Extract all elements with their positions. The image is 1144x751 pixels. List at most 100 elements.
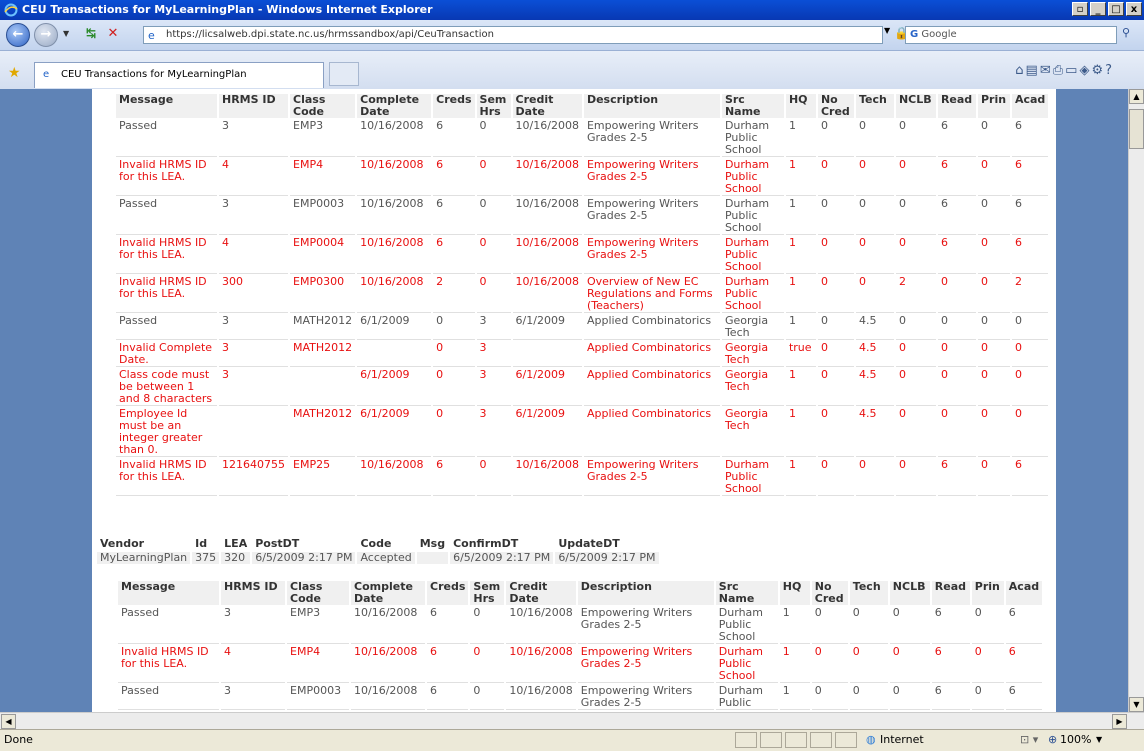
table-cell: Empowering Writers Grades 2-5	[577, 646, 714, 683]
table-cell: 6	[427, 607, 469, 644]
table-cell: 6	[1011, 237, 1049, 274]
table-cell: 10/16/2008	[512, 198, 582, 235]
column-header: Src Name	[721, 94, 784, 118]
table-cell: 6	[937, 159, 976, 196]
tools-icon[interactable]: ⚙	[1091, 63, 1105, 78]
table-row: Invalid HRMS ID for this LEA. 4 EMP4 10/16/…	[118, 646, 1043, 683]
column-header: Credit Date	[506, 581, 576, 605]
column-header: NCLB	[889, 581, 930, 605]
table-cell: 0	[977, 237, 1010, 274]
feeds-icon[interactable]: ▤	[1026, 63, 1040, 78]
table-cell: Applied Combinatorics	[583, 408, 720, 457]
column-header: Creds	[433, 94, 475, 118]
table-cell: 6	[1005, 607, 1043, 644]
scroll-thumb[interactable]	[1129, 109, 1144, 149]
scroll-left-icon[interactable]: ◀	[1, 714, 16, 729]
table-cell: 6	[433, 159, 475, 196]
scroll-right-icon[interactable]: ▶	[1112, 714, 1127, 729]
status-pane	[785, 732, 807, 748]
table-header-row: Message HRMS ID Class Code Complete Date Cre…	[116, 94, 1049, 118]
help-icon[interactable]: ?	[1105, 63, 1114, 78]
table-cell: 0	[937, 315, 976, 340]
table-cell: 0	[476, 120, 511, 157]
scroll-up-icon[interactable]: ▲	[1129, 89, 1144, 104]
table-cell: true	[785, 342, 816, 367]
forward-button[interactable]: →	[34, 23, 58, 47]
table-cell: Empowering Writers Grades 2-5	[583, 159, 720, 196]
search-icon[interactable]: ⚲	[1122, 26, 1130, 39]
home-icon[interactable]: ⌂	[1015, 63, 1025, 78]
address-dropdown-icon[interactable]: ▼	[884, 26, 890, 35]
horizontal-scrollbar[interactable]: ◀ ▶	[0, 712, 1144, 729]
dropdown-arrow-icon[interactable]: ▼	[63, 29, 69, 38]
close-button[interactable]: x	[1126, 2, 1142, 16]
google-icon: G	[910, 29, 919, 40]
table-cell: 6	[931, 646, 970, 683]
scroll-down-icon[interactable]: ▼	[1129, 697, 1144, 712]
address-bar: ← → ▼ ↹ ✕ e https://licsalweb.dpi.state.…	[0, 20, 1144, 51]
column-header: Description	[583, 94, 720, 118]
table-cell: 6	[937, 459, 976, 496]
vertical-scrollbar[interactable]: ▲ ▼	[1128, 89, 1144, 712]
table-cell: 6	[433, 237, 475, 274]
safety-icon[interactable]: ◈	[1079, 63, 1091, 78]
address-input[interactable]: e https://licsalweb.dpi.state.nc.us/hrms…	[143, 26, 883, 44]
table-cell: 0	[849, 646, 888, 683]
print-icon[interactable]: ⎙	[1053, 63, 1065, 78]
zoom-level[interactable]: 100%	[1060, 730, 1091, 750]
mail-icon[interactable]: ✉	[1040, 63, 1053, 78]
table-cell: Passed	[116, 315, 217, 340]
status-pane	[810, 732, 832, 748]
table-cell: Invalid HRMS ID for this LEA.	[118, 646, 219, 683]
table-cell: 0	[817, 120, 854, 157]
url-text: https://licsalweb.dpi.state.nc.us/hrmssa…	[166, 29, 494, 40]
table-cell: Durham Public School	[721, 276, 784, 313]
maximize-button[interactable]: □	[1108, 2, 1124, 16]
table-cell: 6	[937, 198, 976, 235]
compatibility-icon[interactable]: ↹	[82, 26, 100, 44]
back-button[interactable]: ←	[6, 23, 30, 47]
column-header: Sem Hrs	[470, 581, 505, 605]
search-input[interactable]: G Google	[905, 26, 1117, 44]
table-cell: 4.5	[855, 315, 894, 340]
new-tab-button[interactable]	[329, 62, 359, 86]
table-cell: 0	[971, 607, 1004, 644]
table-row: Invalid Complete Date. 3 MATH2012 0 3 Applied…	[116, 342, 1049, 367]
table-cell: 0	[817, 315, 854, 340]
vendor-cell: 6/5/2009 2:17 PM	[555, 552, 659, 564]
table-cell: 10/16/2008	[512, 237, 582, 274]
column-header: Acad	[1011, 94, 1049, 118]
vendor-cell: 6/5/2009 2:17 PM	[252, 552, 356, 564]
table-cell: Invalid HRMS ID for this LEA.	[116, 459, 217, 496]
table-cell: 6	[937, 237, 976, 274]
table-cell: 0	[889, 646, 930, 683]
column-header: Read	[931, 581, 970, 605]
table-row: Passed 3 EMP0003 10/16/2008 6 0 10/16/2008 Empo…	[118, 685, 1043, 710]
column-header: Tech	[855, 94, 894, 118]
stop-icon[interactable]: ✕	[104, 26, 122, 44]
transactions-table-2: Message HRMS ID Class Code Complete Date Cre…	[116, 579, 1044, 712]
minimize-button[interactable]: _	[1090, 2, 1106, 16]
table-cell: EMP3	[290, 120, 356, 157]
favorites-star-icon[interactable]: ★	[8, 65, 21, 81]
page-menu-icon[interactable]: ▭	[1065, 63, 1079, 78]
table-cell: 6	[1011, 159, 1049, 196]
table-header-row: Message HRMS ID Class Code Complete Date Cre…	[118, 581, 1043, 605]
vendor-column-header: UpdateDT	[555, 538, 659, 550]
table-cell: 6/1/2009	[512, 315, 582, 340]
table-cell: 0	[817, 237, 854, 274]
tab-ceu-transactions[interactable]: e CEU Transactions for MyLearningPlan	[34, 62, 324, 88]
protected-mode-icon[interactable]: ⊡ ▾	[1020, 730, 1038, 750]
table-cell: Passed	[118, 607, 219, 644]
table-cell: 1	[785, 159, 816, 196]
vendor-cell: 375	[192, 552, 220, 564]
table-cell: 10/16/2008	[357, 459, 432, 496]
restore-icon[interactable]: ▫	[1072, 2, 1088, 16]
zoom-dropdown-icon[interactable]: ▼	[1096, 730, 1102, 750]
vendor-cell	[416, 552, 449, 564]
table-cell: 6	[931, 607, 970, 644]
vendor-column-header: Id	[192, 538, 220, 550]
zoom-icon[interactable]: ⊕	[1048, 730, 1057, 750]
status-pane	[735, 732, 757, 748]
table-cell: 0	[476, 159, 511, 196]
